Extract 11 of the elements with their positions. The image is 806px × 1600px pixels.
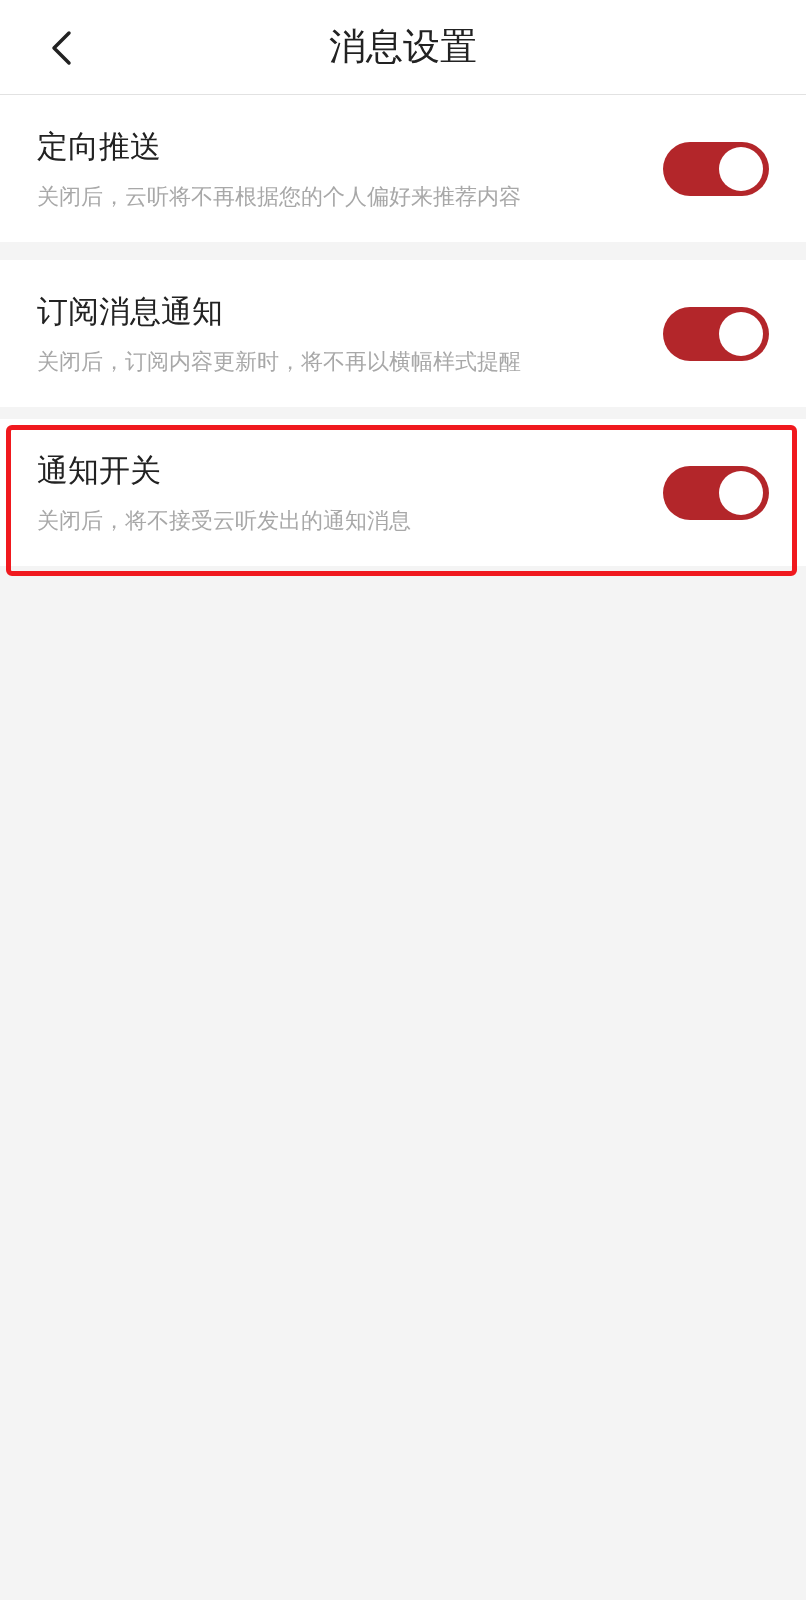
setting-description: 关闭后，云听将不再根据您的个人偏好来推荐内容 [37,182,521,211]
toggle-switch[interactable] [663,465,769,520]
page-title: 消息设置 [329,24,477,70]
setting-title: 通知开关 [37,450,162,490]
setting-description: 关闭后，订阅内容更新时，将不再以横幅样式提醒 [37,347,521,376]
toggle-switch[interactable] [663,141,769,196]
toggle-switch[interactable] [663,306,769,361]
setting-title: 定向推送 [37,126,162,166]
setting-title: 订阅消息通知 [37,291,224,331]
back-icon[interactable] [50,30,72,66]
setting-description: 关闭后，将不接受云听发出的通知消息 [37,506,411,535]
